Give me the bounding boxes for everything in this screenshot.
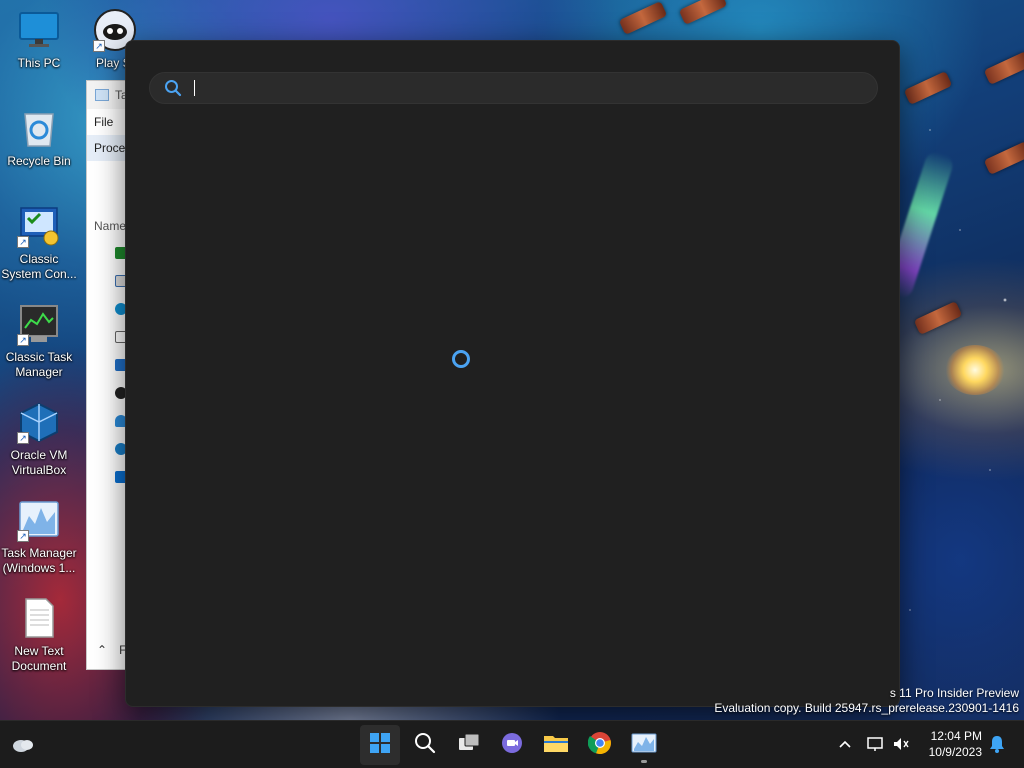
desktop-icon-label: This PC [17,56,61,70]
wallpaper-ship [983,51,1024,85]
column-header-name[interactable]: Name [94,219,126,233]
shortcut-arrow-icon: ↗ [17,530,29,542]
shortcut-arrow-icon: ↗ [93,40,105,52]
watermark-line-2: Evaluation copy. Build 25947.rs_prerelea… [714,701,1019,715]
text-document-icon [17,596,61,640]
desktop-icon-classic-task-manager[interactable]: ↗ Classic Task Manager [0,302,78,380]
start-icon [369,732,391,759]
wallpaper-explosion [945,345,1005,395]
menu-label: File [94,115,114,129]
file-explorer-icon [543,732,569,759]
loading-spinner-icon [452,350,470,368]
start-button[interactable] [360,725,400,765]
shortcut-arrow-icon: ↗ [17,334,29,346]
desktop-icon-label: Classic System Con... [1,252,77,281]
desktop-icon-label: Recycle Bin [7,154,71,168]
desktop-icon-label: Task Manager (Windows 1... [1,546,77,575]
task-manager-icon [631,732,657,759]
control-panel-icon: ↗ [17,204,61,248]
virtualbox-icon: ↗ [17,400,61,444]
search-box[interactable] [149,72,878,104]
wallpaper-ship [983,141,1024,175]
file-explorer-button[interactable] [536,725,576,765]
search-input[interactable] [197,80,877,96]
desktop-icon-new-text-document[interactable]: New Text Document [0,596,78,674]
desktop-icon-label: Classic Task Manager [5,350,73,379]
wallpaper-ship [913,301,963,335]
taskbar: 12:04 PM 10/9/2023 [0,720,1024,768]
recycle-bin-icon [17,106,61,150]
wallpaper-ship [678,0,728,25]
watermark-line-1: s 11 Pro Insider Preview [889,686,1019,700]
chrome-icon [587,731,612,760]
shortcut-arrow-icon: ↗ [17,432,29,444]
search-icon [164,79,182,97]
desktop-icon-task-manager-modern[interactable]: ↗ Task Manager (Windows 1... [0,498,78,576]
taskbar-search-button[interactable] [405,725,445,765]
desktop-icon-label: New Text Document [11,644,67,673]
evaluation-watermark: s 11 Pro Insider Preview Evaluation copy… [714,686,1019,716]
desktop-icon-recycle-bin[interactable]: Recycle Bin [0,106,78,169]
chevron-up-icon[interactable]: ⌃ [97,643,107,657]
tab-label: Proce [94,141,126,155]
task-manager-icon [95,89,109,101]
volume-muted-icon[interactable] [890,733,912,755]
notification-bell-icon[interactable] [986,733,1008,755]
task-manager-icon: ↗ [17,302,61,346]
shortcut-arrow-icon: ↗ [17,236,29,248]
wallpaper-ship [903,71,953,105]
chrome-button[interactable] [580,725,620,765]
wallpaper-ship [618,1,668,35]
clock-time: 12:04 PM [930,729,982,743]
task-manager-modern-icon: ↗ [17,498,61,542]
chevron-up-icon[interactable] [834,733,856,755]
task-view-icon [457,732,481,759]
desktop-icon-label: Oracle VM VirtualBox [10,448,68,477]
desktop-icon-virtualbox[interactable]: ↗ Oracle VM VirtualBox [0,400,78,478]
task-manager-taskbar-button[interactable] [624,725,664,765]
teams-chat-button[interactable] [492,725,532,765]
desktop-icon-this-pc[interactable]: This PC [0,8,78,71]
search-panel [125,40,900,707]
teams-chat-icon [500,731,524,760]
network-icon[interactable] [865,733,887,755]
desktop-icon-classic-control-panel[interactable]: ↗ Classic System Con... [0,204,78,282]
search-icon [414,732,436,759]
task-view-button[interactable] [449,725,489,765]
monitor-icon [17,8,61,52]
weather-icon[interactable] [10,733,36,755]
clock-date: 10/9/2023 [928,745,982,759]
text-caret [194,80,195,96]
window-footer[interactable]: ⌃ F [97,643,126,657]
running-indicator [641,760,647,763]
system-clock[interactable]: 12:04 PM 10/9/2023 [929,728,982,760]
